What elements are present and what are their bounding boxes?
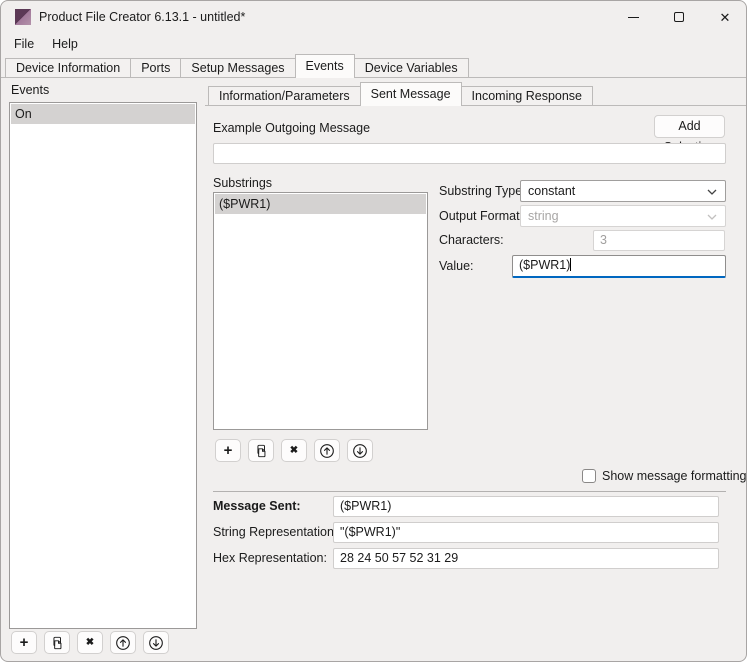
value-input-text: ($PWR1)	[519, 258, 570, 272]
tab-device-variables[interactable]: Device Variables	[354, 58, 469, 78]
hex-representation-label: Hex Representation:	[213, 548, 327, 569]
arrow-up-circle-icon	[319, 443, 335, 459]
substring-type-label: Substring Type:	[439, 180, 526, 202]
tab-sent-message[interactable]: Sent Message	[360, 82, 462, 106]
output-format-label: Output Format:	[439, 205, 523, 227]
delete-substring-button[interactable]: ✖	[281, 439, 307, 462]
substring-list-item[interactable]: ($PWR1)	[215, 194, 426, 214]
string-representation-field[interactable]: "($PWR1)"	[333, 522, 719, 543]
app-window: Product File Creator 6.13.1 - untitled* …	[0, 0, 747, 662]
characters-label: Characters:	[439, 230, 504, 251]
move-event-down-button[interactable]	[143, 631, 169, 654]
tab-setup-messages[interactable]: Setup Messages	[180, 58, 295, 78]
delete-event-button[interactable]: ✖	[77, 631, 103, 654]
delete-icon: ✖	[86, 638, 94, 648]
show-formatting-checkbox[interactable]	[582, 469, 596, 483]
value-input[interactable]: ($PWR1)	[512, 255, 726, 278]
maximize-icon	[674, 12, 684, 22]
close-button[interactable]: ✕	[702, 1, 747, 33]
tab-device-information[interactable]: Device Information	[5, 58, 131, 78]
add-event-button[interactable]: +	[11, 631, 37, 654]
sub-tab-bar: Information/Parameters Sent Message Inco…	[208, 82, 593, 106]
add-selection-button[interactable]: Add Selection	[654, 115, 725, 138]
value-label: Value:	[439, 255, 474, 278]
arrow-up-circle-icon	[115, 635, 131, 651]
close-icon: ✕	[720, 11, 731, 24]
text-caret	[570, 258, 571, 271]
message-sent-label: Message Sent:	[213, 496, 301, 517]
tab-ports[interactable]: Ports	[130, 58, 181, 78]
arrow-down-circle-icon	[352, 443, 368, 459]
show-formatting-label[interactable]: Show message formatting	[602, 469, 747, 484]
copy-icon	[254, 444, 268, 458]
copy-event-button[interactable]	[44, 631, 70, 654]
minimize-icon	[628, 17, 639, 18]
tab-information-parameters[interactable]: Information/Parameters	[208, 86, 361, 106]
substring-type-select[interactable]: constant	[520, 180, 726, 202]
move-event-up-button[interactable]	[110, 631, 136, 654]
output-format-select: string	[520, 205, 726, 227]
results-separator	[213, 491, 726, 492]
move-substring-down-button[interactable]	[347, 439, 373, 462]
move-substring-up-button[interactable]	[314, 439, 340, 462]
substrings-label: Substrings	[213, 176, 272, 191]
chevron-down-icon	[707, 189, 717, 195]
string-representation-label: String Representation:	[213, 522, 337, 543]
arrow-down-circle-icon	[148, 635, 164, 651]
example-outgoing-label: Example Outgoing Message	[213, 121, 370, 136]
hex-representation-field[interactable]: 28 24 50 57 52 31 29	[333, 548, 719, 569]
tab-events[interactable]: Events	[295, 54, 355, 78]
app-icon	[15, 9, 31, 25]
events-list-item-on[interactable]: On	[11, 104, 195, 124]
maximize-button[interactable]	[656, 1, 702, 33]
menu-file[interactable]: File	[5, 33, 43, 55]
add-icon: +	[224, 443, 233, 458]
example-outgoing-input[interactable]	[213, 143, 726, 164]
copy-substring-button[interactable]	[248, 439, 274, 462]
add-substring-button[interactable]: +	[215, 439, 241, 462]
main-tab-bar: Device Information Ports Setup Messages …	[5, 54, 469, 78]
message-sent-field[interactable]: ($PWR1)	[333, 496, 719, 517]
menu-bar: File Help	[1, 33, 87, 55]
window-title: Product File Creator 6.13.1 - untitled*	[39, 1, 245, 33]
add-icon: +	[20, 635, 29, 650]
substrings-list: ($PWR1)	[213, 192, 428, 430]
menu-help[interactable]: Help	[43, 33, 87, 55]
tab-incoming-response[interactable]: Incoming Response	[461, 86, 593, 106]
substring-type-value: constant	[528, 184, 575, 198]
characters-input: 3	[593, 230, 725, 251]
events-list: On	[9, 102, 197, 629]
minimize-button[interactable]	[610, 1, 656, 33]
title-bar: Product File Creator 6.13.1 - untitled* …	[1, 1, 746, 33]
copy-icon	[50, 636, 64, 650]
chevron-down-icon	[707, 214, 717, 220]
output-format-value: string	[528, 209, 559, 223]
delete-icon: ✖	[290, 446, 298, 456]
events-panel-label: Events	[11, 83, 49, 98]
